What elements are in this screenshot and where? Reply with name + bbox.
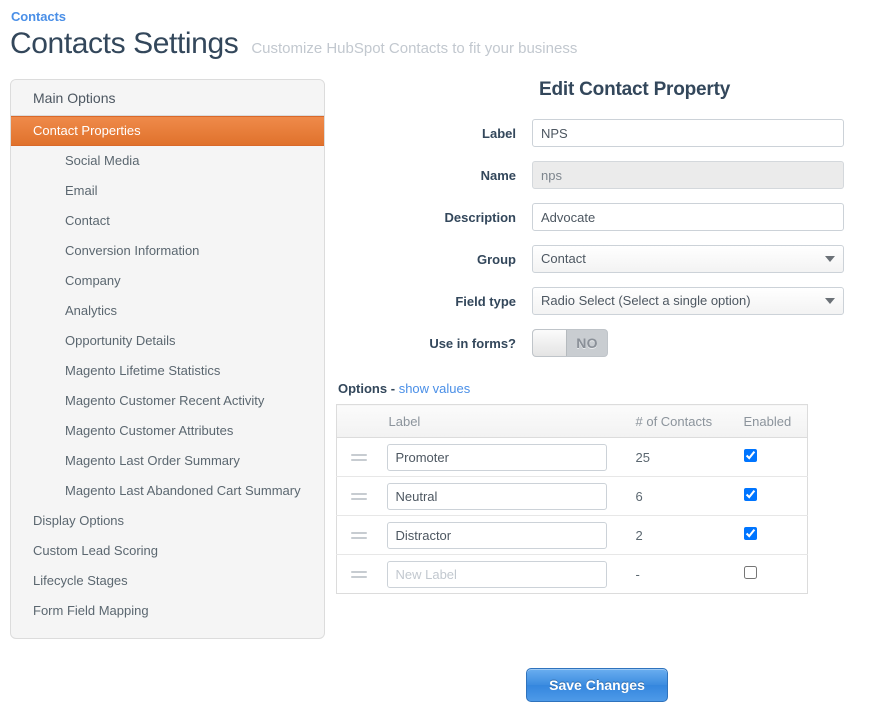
chevron-down-icon xyxy=(825,256,835,262)
table-row: 25 xyxy=(337,438,808,477)
option-enabled-cell xyxy=(735,476,808,516)
column-header-enabled: Enabled xyxy=(735,404,808,438)
sidebar-item-magento-lifetime-statistics[interactable]: Magento Lifetime Statistics xyxy=(11,356,324,386)
page-title: Contacts Settings xyxy=(10,27,239,60)
column-header-handle xyxy=(336,404,379,438)
option-label-cell xyxy=(379,438,628,477)
sidebar-item-contact[interactable]: Contact xyxy=(11,206,324,236)
sidebar-item-magento-customer-recent-activity[interactable]: Magento Customer Recent Activity xyxy=(11,386,324,416)
sidebar-item-display-options[interactable]: Display Options xyxy=(11,506,324,536)
save-changes-button[interactable]: Save Changes xyxy=(526,668,668,702)
sidebar-item-social-media[interactable]: Social Media xyxy=(11,146,324,176)
sidebar-item-conversion-information[interactable]: Conversion Information xyxy=(11,236,324,266)
sidebar-item-email[interactable]: Email xyxy=(11,176,324,206)
sidebar-item-list: Contact Properties Social Media Email Conta… xyxy=(11,116,324,638)
column-header-count: # of Contacts xyxy=(627,404,736,438)
settings-sidebar: Main Options Contact Properties Social Me… xyxy=(10,79,325,639)
toggle-knob xyxy=(533,330,567,356)
edit-property-panel: Edit Contact Property Label Name Descrip… xyxy=(336,79,876,594)
page-subtitle: Customize HubSpot Contacts to fit your b… xyxy=(251,40,578,57)
field-row-field-type: Field type Radio Select (Select a single… xyxy=(336,287,876,315)
option-enabled-checkbox[interactable] xyxy=(743,488,757,501)
field-type-select[interactable]: Radio Select (Select a single option) xyxy=(532,287,844,315)
drag-handle-icon[interactable] xyxy=(351,453,367,461)
option-label-input[interactable] xyxy=(386,443,607,471)
use-in-forms-toggle[interactable]: NO xyxy=(532,329,608,357)
description-field-label: Description xyxy=(444,209,516,225)
drag-handle-cell xyxy=(337,438,379,477)
option-enabled-cell xyxy=(736,438,808,477)
options-heading-text: Options xyxy=(338,381,388,396)
table-row: - xyxy=(336,554,808,594)
option-count-cell: - xyxy=(627,554,736,594)
drag-handle-cell xyxy=(336,515,379,555)
save-button-wrap: Save Changes xyxy=(336,668,858,702)
field-row-label: Label xyxy=(336,119,876,147)
column-header-label: Label xyxy=(378,404,628,438)
label-field-label: Label xyxy=(482,125,516,141)
options-table-header-row: Label # of Contacts Enabled xyxy=(336,404,808,438)
field-row-name: Name xyxy=(336,161,876,189)
field-row-group: Group Contact xyxy=(336,245,876,273)
sidebar-item-custom-lead-scoring[interactable]: Custom Lead Scoring xyxy=(11,536,324,566)
options-table: Label # of Contacts Enabled 25 62- xyxy=(336,404,808,594)
use-in-forms-field-label: Use in forms? xyxy=(429,335,516,351)
sidebar-item-lifecycle-stages[interactable]: Lifecycle Stages xyxy=(11,566,324,596)
options-heading: Options - show values xyxy=(338,381,876,396)
sidebar-item-analytics[interactable]: Analytics xyxy=(11,296,324,326)
chevron-down-icon xyxy=(825,298,835,304)
option-enabled-checkbox[interactable] xyxy=(743,449,757,462)
options-heading-separator: - xyxy=(390,381,396,396)
field-type-select-value: Radio Select (Select a single option) xyxy=(541,293,751,308)
sidebar-header: Main Options xyxy=(11,80,324,116)
sidebar-item-magento-last-order-summary[interactable]: Magento Last Order Summary xyxy=(11,446,324,476)
field-type-field-label: Field type xyxy=(455,293,516,309)
group-select-value: Contact xyxy=(541,251,586,266)
page-header: Contacts Settings Customize HubSpot Cont… xyxy=(10,26,577,62)
option-label-cell xyxy=(378,515,628,555)
sidebar-item-company[interactable]: Company xyxy=(11,266,324,296)
option-enabled-cell xyxy=(735,554,808,594)
breadcrumb-contacts[interactable]: Contacts xyxy=(11,9,66,24)
description-input[interactable] xyxy=(532,203,844,231)
option-label-input[interactable] xyxy=(386,521,607,549)
option-enabled-cell xyxy=(735,515,808,555)
group-select[interactable]: Contact xyxy=(532,245,844,273)
option-enabled-checkbox[interactable] xyxy=(743,566,757,579)
page-root: Contacts Contacts Settings Customize Hub… xyxy=(0,0,886,704)
name-input xyxy=(532,161,844,189)
option-label-cell xyxy=(378,554,628,594)
option-label-input[interactable] xyxy=(386,560,607,588)
sidebar-item-contact-properties[interactable]: Contact Properties xyxy=(11,116,324,146)
option-label-cell xyxy=(378,476,628,516)
table-row: 2 xyxy=(336,515,808,555)
option-label-input[interactable] xyxy=(386,482,607,510)
option-count-cell: 2 xyxy=(627,515,736,555)
name-field-label: Name xyxy=(480,167,516,183)
show-values-link[interactable]: show values xyxy=(399,381,471,396)
sidebar-item-magento-customer-attributes[interactable]: Magento Customer Attributes xyxy=(11,416,324,446)
sidebar-item-opportunity-details[interactable]: Opportunity Details xyxy=(11,326,324,356)
toggle-state-label: NO xyxy=(576,335,598,351)
option-count-cell: 25 xyxy=(635,449,650,465)
option-enabled-checkbox[interactable] xyxy=(743,527,757,540)
field-row-use-in-forms: Use in forms? NO xyxy=(336,329,876,357)
drag-handle-cell xyxy=(336,476,379,516)
drag-handle-icon[interactable] xyxy=(351,492,367,500)
drag-handle-icon[interactable] xyxy=(351,531,367,539)
drag-handle-icon[interactable] xyxy=(351,570,367,578)
panel-title: Edit Contact Property xyxy=(539,79,731,100)
sidebar-item-magento-last-abandoned-cart-summary[interactable]: Magento Last Abandoned Cart Summary xyxy=(11,476,324,506)
option-count-cell: 6 xyxy=(627,476,736,516)
sidebar-item-form-field-mapping[interactable]: Form Field Mapping xyxy=(11,596,324,626)
options-table-body: 25 62- xyxy=(336,438,808,594)
table-row: 6 xyxy=(336,476,808,516)
field-row-description: Description xyxy=(336,203,876,231)
label-input[interactable] xyxy=(532,119,844,147)
group-field-label: Group xyxy=(477,251,516,267)
drag-handle-cell xyxy=(336,554,379,594)
